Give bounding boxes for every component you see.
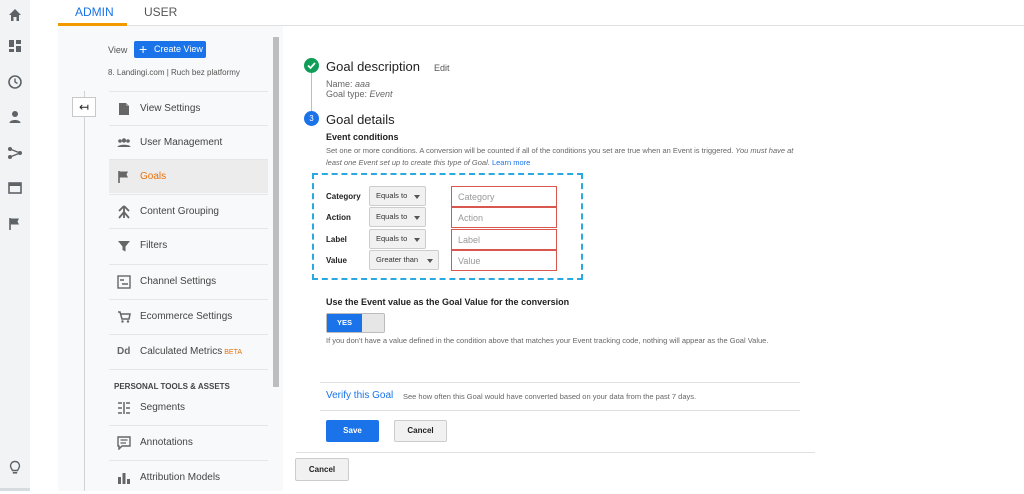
dashboard-icon[interactable] [7, 38, 23, 54]
display-icon[interactable] [7, 180, 23, 196]
chevron-down-icon [414, 195, 420, 199]
chevron-down-icon [414, 216, 420, 220]
app-rail [0, 0, 30, 491]
step-number-badge: 3 [304, 111, 319, 126]
back-button[interactable]: ↤ [72, 97, 96, 117]
step-complete-check-icon [304, 58, 319, 73]
goal-description-title: Goal description [326, 59, 420, 74]
goal-details-title: Goal details [326, 112, 395, 127]
label-input[interactable] [451, 229, 557, 250]
top-tabs: ADMIN USER [58, 0, 1024, 26]
flag-icon [118, 171, 128, 183]
cart-icon [118, 311, 131, 323]
nav-item-content-grouping[interactable]: Content Grouping [109, 194, 268, 228]
view-label: View [108, 45, 128, 55]
condition-label-category: Category [326, 192, 361, 201]
plus-icon: + [139, 41, 148, 57]
event-value-toggle[interactable]: YES [326, 313, 385, 333]
beta-badge: BETA [224, 349, 243, 356]
event-conditions-title: Event conditions [326, 132, 399, 142]
filter-icon [118, 241, 130, 252]
toggle-on-state: YES [327, 314, 362, 332]
condition-label-value: Value [326, 256, 347, 265]
segments-icon [118, 402, 130, 414]
cancel-goal-button[interactable]: Cancel [295, 458, 349, 481]
goal-name: Name: aaa [326, 79, 371, 89]
dd-icon: Dd [117, 346, 131, 357]
section-divider [109, 369, 268, 383]
nav-item-view-settings[interactable]: View Settings [109, 91, 268, 125]
channel-icon [117, 275, 131, 289]
divider [320, 382, 800, 383]
edit-link[interactable]: Edit [434, 63, 450, 73]
nav-item-goals[interactable]: Goals [109, 159, 268, 193]
nav-item-filters[interactable]: Filters [109, 228, 268, 262]
clock-icon[interactable] [7, 74, 23, 90]
tab-admin[interactable]: ADMIN [75, 5, 114, 19]
nav-item-attribution-models[interactable]: Attribution Models [109, 460, 268, 494]
verify-goal-link[interactable]: Verify this Goal [326, 390, 393, 401]
verify-goal-description: See how often this Goal would have conve… [403, 392, 697, 401]
event-conditions-description: Set one or more conditions. A conversion… [326, 146, 794, 167]
chevron-down-icon [427, 259, 433, 263]
category-input[interactable] [451, 186, 557, 207]
users-icon [117, 138, 131, 147]
document-icon [119, 103, 129, 115]
nav-item-user-management[interactable]: User Management [109, 125, 268, 159]
flow-icon[interactable] [7, 145, 23, 161]
person-icon[interactable] [7, 109, 23, 125]
operator-select-action[interactable]: Equals to [369, 207, 426, 227]
goal-type: Goal type: Event [326, 89, 393, 99]
divider [296, 452, 815, 453]
grouping-icon [118, 205, 130, 219]
bar-chart-icon [118, 473, 130, 484]
nav-scrollbar[interactable] [273, 37, 279, 387]
home-icon[interactable] [7, 7, 23, 23]
cancel-button[interactable]: Cancel [394, 420, 447, 442]
tab-user[interactable]: USER [144, 5, 177, 19]
section-header-personal-tools: PERSONAL TOOLS & ASSETS [114, 382, 230, 391]
nav-item-segments[interactable]: Segments [109, 391, 268, 425]
step-connector [311, 73, 312, 111]
nav-item-ecommerce-settings[interactable]: Ecommerce Settings [109, 299, 268, 333]
nav-item-annotations[interactable]: Annotations [109, 425, 268, 459]
lightbulb-icon[interactable] [7, 460, 23, 476]
event-value-description: If you don't have a value defined in the… [326, 336, 769, 345]
condition-label-label: Label [326, 235, 347, 244]
action-input[interactable] [451, 207, 557, 228]
create-view-button[interactable]: + Create View [134, 41, 206, 58]
divider [320, 410, 800, 411]
condition-label-action: Action [326, 213, 351, 222]
nav-item-channel-settings[interactable]: Channel Settings [109, 264, 268, 298]
nav-item-calculated-metrics[interactable]: Dd Calculated Metrics BETA [109, 334, 268, 368]
annotation-icon [117, 436, 131, 450]
toggle-knob [362, 314, 384, 332]
learn-more-link[interactable]: Learn more [492, 158, 530, 167]
save-button[interactable]: Save [326, 420, 379, 442]
event-value-title: Use the Event value as the Goal Value fo… [326, 297, 570, 307]
operator-select-label[interactable]: Equals to [369, 229, 426, 249]
value-input[interactable] [451, 250, 557, 271]
flag-icon[interactable] [7, 216, 23, 232]
operator-select-category[interactable]: Equals to [369, 186, 426, 206]
account-selector[interactable]: 8. Landingi.com | Ruch bez platformy [108, 68, 240, 77]
nav-divider-line [84, 91, 85, 491]
operator-select-value[interactable]: Greater than [369, 250, 439, 270]
chevron-down-icon [414, 238, 420, 242]
